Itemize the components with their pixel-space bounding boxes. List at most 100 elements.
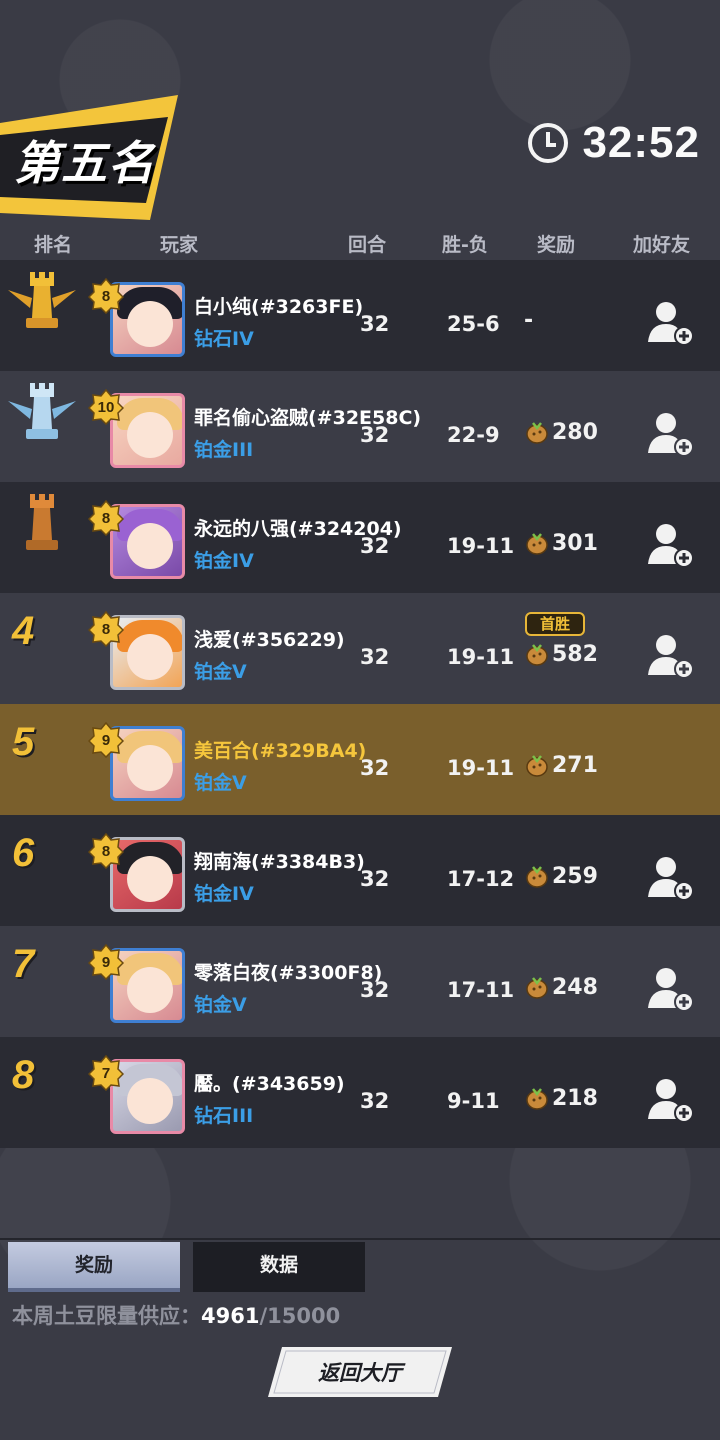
rounds-value: 32 — [360, 1089, 390, 1113]
add-friend-icon[interactable] — [646, 409, 694, 457]
col-reward: 奖励 — [537, 234, 576, 256]
rounds-value: 32 — [360, 534, 390, 558]
col-rounds: 回合 — [348, 234, 387, 256]
reward: 271 — [524, 752, 598, 778]
level-badge: 7 — [88, 1055, 124, 1091]
level-badge: 8 — [88, 611, 124, 647]
level-badge: 10 — [88, 389, 124, 425]
level-value: 9 — [101, 731, 111, 749]
level-badge: 8 — [88, 833, 124, 869]
potato-icon — [526, 533, 548, 555]
potato-icon — [526, 422, 548, 444]
win-loss-value: 9-11 — [447, 1089, 500, 1113]
win-loss-value: 19-11 — [447, 534, 515, 558]
reward: 259 — [524, 863, 598, 889]
win-loss-value: 19-11 — [447, 645, 515, 669]
tab-data[interactable]: 数据 — [193, 1242, 365, 1292]
tab-reward[interactable]: 奖励 — [8, 1242, 180, 1292]
player-name[interactable]: 零落白夜(#3300F8) — [194, 958, 382, 985]
level-value: 7 — [101, 1064, 111, 1082]
potato-icon — [526, 866, 548, 888]
reward-value: 301 — [552, 530, 598, 556]
potato-icon — [526, 1088, 548, 1110]
level-badge: 9 — [88, 722, 124, 758]
table-row: 8 7 靨。(#343659) 钻石III 32 9-11 218 — [0, 1037, 720, 1148]
player-tier: 钻石III — [194, 1105, 254, 1127]
add-friend-icon[interactable] — [646, 964, 694, 1012]
table-row: 10 罪名偷心盗贼(#32E58C) 铂金III 32 22-9 280 — [0, 371, 720, 482]
table-row: 8 永远的八强(#324204) 铂金IV 32 19-11 301 — [0, 482, 720, 593]
rank-number: 5 — [12, 720, 35, 764]
rounds-value: 32 — [360, 312, 390, 336]
supply-current: 4961 — [201, 1304, 260, 1328]
level-badge: 8 — [88, 500, 124, 536]
reward: 218 — [524, 1085, 598, 1111]
rounds-value: 32 — [360, 756, 390, 780]
gold-rook-icon — [8, 272, 76, 328]
rank-number: 4 — [12, 609, 35, 653]
player-name[interactable]: 白小纯(#3263FE) — [194, 292, 363, 319]
reward-value: 280 — [552, 419, 598, 445]
level-value: 8 — [101, 620, 111, 638]
level-value: 8 — [101, 287, 111, 305]
player-tier: 铂金V — [194, 661, 247, 683]
player-name[interactable]: 浅爱(#356229) — [194, 625, 345, 652]
supply-label: 本周土豆限量供应： — [12, 1304, 201, 1328]
col-player: 玩家 — [160, 234, 199, 256]
add-friend-icon[interactable] — [646, 520, 694, 568]
level-value: 9 — [101, 953, 111, 971]
bronze-rook-icon — [26, 494, 58, 550]
placement-title: 第五名 — [14, 136, 155, 190]
player-tier: 铂金IV — [194, 883, 254, 905]
first-win-badge: 首胜 — [525, 612, 585, 636]
rank-number: 6 — [12, 831, 35, 875]
timer-value: 32:52 — [582, 118, 700, 167]
level-badge: 9 — [88, 944, 124, 980]
weekly-supply: 本周土豆限量供应：4961/15000 — [12, 1300, 340, 1330]
reward-value: 218 — [552, 1085, 598, 1111]
rounds-value: 32 — [360, 978, 390, 1002]
reward: 301 — [524, 530, 598, 556]
silver-rook-icon — [8, 383, 76, 439]
player-name[interactable]: 美百合(#329BA4) — [194, 736, 366, 763]
reward-value: 248 — [552, 974, 598, 1000]
level-value: 8 — [101, 842, 111, 860]
reward: 582 — [524, 641, 598, 667]
player-name[interactable]: 靨。(#343659) — [194, 1069, 345, 1096]
table-row: 6 8 翔南海(#3384B3) 铂金IV 32 17-12 259 — [0, 815, 720, 926]
player-name[interactable]: 翔南海(#3384B3) — [194, 847, 365, 874]
add-friend-icon[interactable] — [646, 853, 694, 901]
win-loss-value: 17-11 — [447, 978, 515, 1002]
reward: 280 — [524, 419, 598, 445]
clock-icon — [528, 123, 569, 163]
bottom-tabs: 奖励 数据 — [0, 1238, 720, 1293]
placement-banner: 第五名 — [0, 95, 200, 220]
player-tier: 钻石IV — [194, 328, 254, 350]
supply-total: /15000 — [259, 1304, 341, 1328]
ranking-list: 8 白小纯(#3263FE) 钻石IV 32 25-6 - 10 罪名偷心盗贼( — [0, 260, 720, 1148]
win-loss-value: 22-9 — [447, 423, 500, 447]
player-tier: 铂金V — [194, 994, 247, 1016]
reward-value: 271 — [552, 752, 598, 778]
table-row: 7 9 零落白夜(#3300F8) 铂金V 32 17-11 248 — [0, 926, 720, 1037]
add-friend-icon[interactable] — [646, 1075, 694, 1123]
table-row: 8 白小纯(#3263FE) 钻石IV 32 25-6 - — [0, 260, 720, 371]
win-loss-value: 25-6 — [447, 312, 500, 336]
level-badge: 8 — [88, 278, 124, 314]
column-headers: 排名 玩家 回合 胜-负 奖励 加好友 — [0, 230, 720, 258]
match-timer: 32:52 — [528, 118, 700, 168]
level-value: 10 — [97, 398, 115, 416]
rounds-value: 32 — [360, 645, 390, 669]
reward: - — [524, 308, 533, 333]
col-add-friend: 加好友 — [633, 234, 691, 256]
reward-value: 259 — [552, 863, 598, 889]
return-lobby-button[interactable]: 返回大厅 — [268, 1347, 452, 1397]
add-friend-icon[interactable] — [646, 631, 694, 679]
col-rank: 排名 — [34, 234, 73, 256]
player-tier: 铂金III — [194, 439, 254, 461]
potato-icon — [526, 755, 548, 777]
add-friend-icon[interactable] — [646, 298, 694, 346]
level-value: 8 — [101, 509, 111, 527]
col-win-loss: 胜-负 — [442, 234, 488, 256]
rounds-value: 32 — [360, 867, 390, 891]
